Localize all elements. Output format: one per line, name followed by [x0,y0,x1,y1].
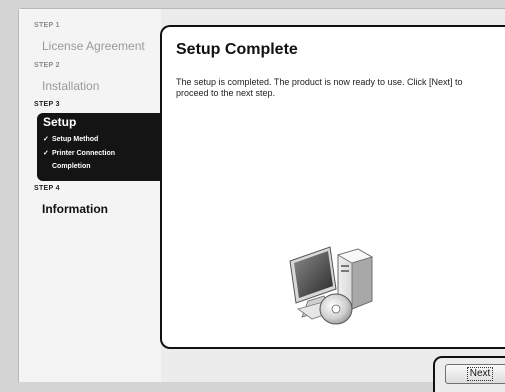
substep-label: Completion [52,163,91,170]
substep-label: Printer Connection [52,150,116,157]
button-bar: Next [433,356,505,392]
active-step: Setup ✓ Setup Method ✓ Printer Connection … [37,113,162,181]
completion-message: The setup is completed. The product is n… [176,77,463,98]
installer-window: STEP 1 License Agreement STEP 2 Installa… [18,8,505,392]
step-1-label: STEP 1 [34,22,60,29]
substep-setup-method: ✓ Setup Method [43,135,98,143]
step-4-label: STEP 4 [34,185,60,192]
checkmark-icon: ✓ [43,150,49,157]
substep-printer-connection: ✓ Printer Connection [43,149,115,157]
next-button[interactable]: Next [445,364,505,384]
page-title: Setup Complete [176,41,298,58]
next-button-label: Next [466,367,494,381]
substep-completion: Completion [43,163,91,170]
step-2-title: Installation [42,79,100,93]
substep-label: Setup Method [52,136,99,143]
computer-with-cd-icon [289,246,374,325]
step-1-title: License Agreement [42,39,145,53]
content-panel: Setup Complete The setup is completed. T… [160,25,505,349]
steps-sidebar: STEP 1 License Agreement STEP 2 Installa… [19,9,162,382]
step-2-label: STEP 2 [34,62,60,69]
checkmark-icon: ✓ [43,136,49,143]
step-4-title: Information [42,202,108,216]
step-3-label: STEP 3 [34,101,60,108]
step-3-title: Setup [43,115,77,129]
